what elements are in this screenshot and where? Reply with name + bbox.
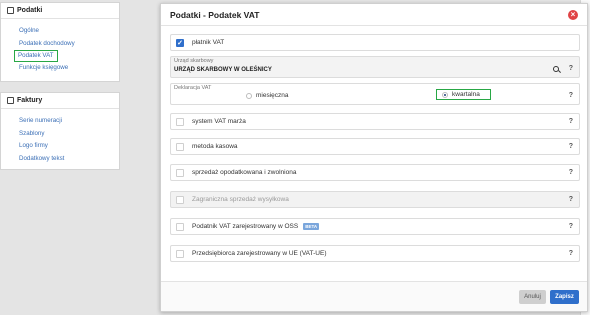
nav-podatek-vat[interactable]: Podatek VAT	[14, 50, 58, 62]
modal-title: Podatki - Podatek VAT	[170, 9, 260, 20]
option-checkbox[interactable]	[176, 168, 184, 177]
nav-logo-firmy[interactable]: Logo firmy	[19, 140, 119, 153]
nav-ogolne[interactable]: Ogólne	[19, 25, 119, 38]
option-sprzedaz-opodatkowana[interactable]: sprzedaż opodatkowana i zwolniona ?	[170, 164, 580, 181]
nav-dodatkowy-tekst[interactable]: Dodatkowy tekst	[19, 153, 119, 166]
help-icon[interactable]: ?	[569, 65, 573, 72]
option-label: Podatnik VAT zarejestrowany w OSS	[192, 223, 299, 230]
beta-badge: BETA	[303, 223, 320, 230]
help-icon[interactable]: ?	[569, 143, 573, 150]
radio-quarterly[interactable]: kwartalna	[436, 89, 491, 100]
option-checkbox	[176, 195, 184, 204]
declaration-label: Deklaracja VAT	[174, 85, 212, 91]
option-oss[interactable]: Podatnik VAT zarejestrowany w OSS BETA ?	[170, 218, 580, 235]
option-label: metoda kasowa	[192, 143, 238, 150]
help-icon[interactable]: ?	[569, 250, 573, 257]
option-checkbox[interactable]	[176, 117, 184, 126]
calculator-icon	[7, 7, 14, 14]
help-icon[interactable]: ?	[569, 223, 573, 230]
panel-header-faktury: Faktury	[1, 93, 119, 109]
nav-szablony[interactable]: Szablony	[19, 128, 119, 141]
declaration-field: Deklaracja VAT miesięczna kwartalna ?	[170, 83, 580, 105]
nav-funkcje-ksiegowe[interactable]: Funkcje księgowe	[19, 62, 119, 75]
vat-settings-modal: Podatki - Podatek VAT × ✓ płatnik VAT Ur…	[160, 3, 588, 312]
help-icon[interactable]: ?	[569, 169, 573, 176]
option-checkbox[interactable]	[176, 142, 184, 151]
close-icon[interactable]: ×	[568, 9, 578, 20]
vat-payer-row[interactable]: ✓ płatnik VAT	[170, 34, 580, 51]
radio-monthly-circle[interactable]	[246, 92, 252, 99]
option-label: system VAT marża	[192, 118, 246, 125]
help-icon[interactable]: ?	[569, 196, 573, 203]
tax-office-label: Urząd skarbowy	[174, 58, 214, 64]
radio-quarterly-label: kwartalna	[452, 91, 480, 98]
radio-monthly[interactable]: miesięczna	[246, 92, 289, 99]
modal-header: Podatki - Podatek VAT ×	[161, 4, 587, 26]
panel-podatki: Podatki Ogólne Podatek dochodowy Podatek…	[0, 2, 120, 82]
tax-office-field[interactable]: Urząd skarbowy URZĄD SKARBOWY W OLEŚNICY…	[170, 56, 580, 78]
radio-quarterly-circle[interactable]	[442, 91, 448, 98]
panel-faktury: Faktury Serie numeracji Szablony Logo fi…	[0, 92, 120, 170]
radio-monthly-label: miesięczna	[256, 92, 289, 99]
panel-title: Podatki	[17, 7, 43, 14]
tax-office-value: URZĄD SKARBOWY W OLEŚNICY	[174, 67, 272, 73]
vat-payer-label: płatnik VAT	[192, 39, 225, 46]
modal-footer: Anuluj Zapisz	[161, 281, 587, 311]
document-icon	[7, 97, 14, 104]
option-vat-marza[interactable]: system VAT marża ?	[170, 113, 580, 130]
panel-header-podatki: Podatki	[1, 3, 119, 19]
option-label: Przedsiębiorca zarejestrowany w UE (VAT-…	[192, 250, 327, 257]
panel-title: Faktury	[17, 97, 43, 104]
search-icon[interactable]	[553, 66, 559, 72]
option-vat-ue[interactable]: Przedsiębiorca zarejestrowany w UE (VAT-…	[170, 245, 580, 262]
option-label: sprzedaż opodatkowana i zwolniona	[192, 169, 297, 176]
option-checkbox[interactable]	[176, 222, 184, 231]
vat-payer-checkbox[interactable]: ✓	[176, 38, 184, 47]
option-zagraniczna-sprzedaz: Zagraniczna sprzedaż wysyłkowa ?	[170, 191, 580, 208]
option-metoda-kasowa[interactable]: metoda kasowa ?	[170, 138, 580, 155]
save-button[interactable]: Zapisz	[550, 290, 579, 304]
nav-serie-numeracji[interactable]: Serie numeracji	[19, 115, 119, 128]
help-icon[interactable]: ?	[569, 118, 573, 125]
option-label: Zagraniczna sprzedaż wysyłkowa	[192, 196, 289, 203]
cancel-button[interactable]: Anuluj	[519, 290, 546, 304]
option-checkbox[interactable]	[176, 249, 184, 258]
nav-podatek-dochodowy[interactable]: Podatek dochodowy	[19, 38, 119, 51]
help-icon[interactable]: ?	[569, 92, 573, 99]
